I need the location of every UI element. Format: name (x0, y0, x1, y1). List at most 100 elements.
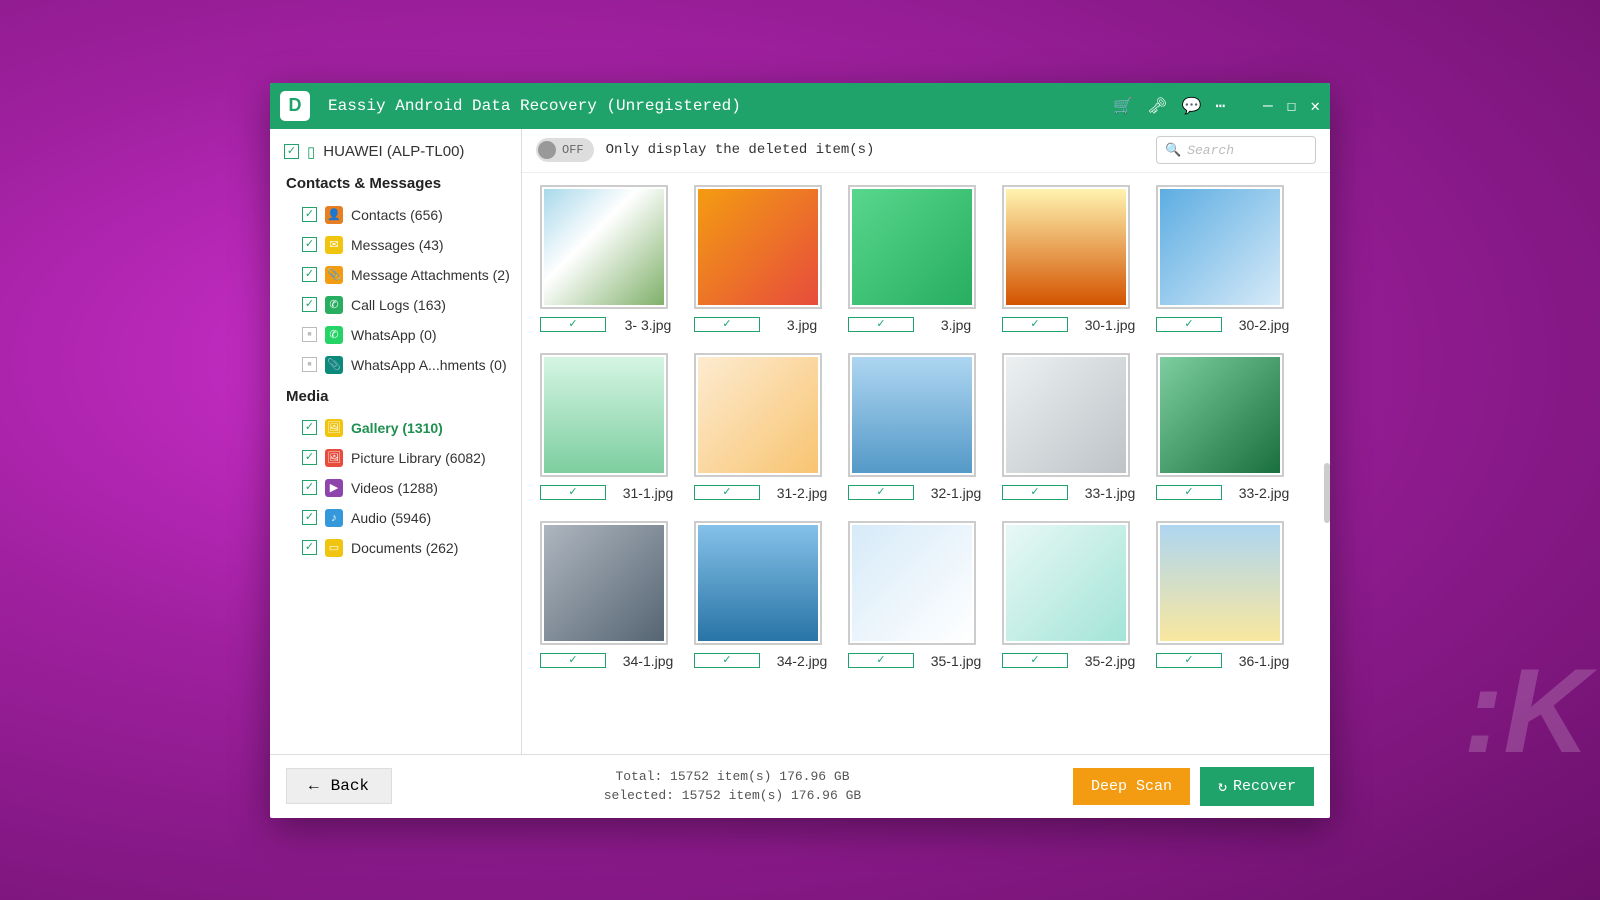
maximize-icon[interactable]: ☐ (1287, 96, 1297, 116)
deep-scan-button[interactable]: Deep Scan (1073, 768, 1190, 805)
sidebar-item-checkbox[interactable] (302, 420, 317, 435)
thumbnail-image[interactable] (540, 185, 668, 309)
thumbnail-card[interactable]: 31-2.jpg (694, 353, 834, 501)
thumbnail-card[interactable]: 33-2.jpg (1156, 353, 1296, 501)
sidebar-item[interactable]: 📎WhatsApp A...hments (0) (284, 350, 511, 380)
sidebar-item-checkbox[interactable] (302, 480, 317, 495)
thumbnail-checkbox[interactable] (848, 317, 914, 332)
thumbnail-image[interactable] (1156, 353, 1284, 477)
thumbnail-checkbox[interactable] (1156, 317, 1222, 332)
back-button[interactable]: ← Back (286, 768, 392, 804)
sidebar: ▯ HUAWEI (ALP-TL00) Contacts & Messages … (270, 129, 522, 754)
deleted-only-toggle[interactable]: OFF (536, 138, 594, 162)
sidebar-item[interactable]: ✆Call Logs (163) (284, 290, 511, 320)
recover-icon: ↻ (1218, 777, 1227, 796)
cart-icon[interactable]: 🛒 (1113, 96, 1133, 116)
thumbnail-checkbox[interactable] (540, 485, 606, 500)
thumbnail-card[interactable]: 32-1.jpg (848, 353, 988, 501)
sidebar-item-checkbox[interactable] (302, 267, 317, 282)
thumbnail-image[interactable] (848, 185, 976, 309)
sidebar-item[interactable]: 📎Message Attachments (2) (284, 260, 511, 290)
menu-icon[interactable]: ⋯ (1215, 96, 1225, 116)
sidebar-item-checkbox[interactable] (302, 450, 317, 465)
thumbnail-checkbox[interactable] (694, 317, 760, 332)
thumbnail-checkbox[interactable] (848, 485, 914, 500)
sidebar-item-label: Messages (43) (351, 237, 444, 253)
thumbnail-checkbox[interactable] (1156, 485, 1222, 500)
minimize-icon[interactable]: — (1263, 97, 1273, 115)
thumbnail-card[interactable]: 30-2.jpg (1156, 185, 1296, 333)
thumbnail-image[interactable] (1002, 353, 1130, 477)
thumbnail-checkbox[interactable] (540, 653, 606, 668)
thumbnail-image[interactable] (694, 521, 822, 645)
group-contacts-title: Contacts & Messages (286, 175, 511, 192)
close-icon[interactable]: ✕ (1310, 96, 1320, 116)
sidebar-item-icon: ✉ (325, 236, 343, 254)
sidebar-item-checkbox[interactable] (302, 510, 317, 525)
thumbnail-checkbox[interactable] (694, 653, 760, 668)
thumbnail-card[interactable]: 34-1.jpg (540, 521, 680, 669)
sidebar-item[interactable]: ▭Documents (262) (284, 533, 511, 563)
sidebar-item[interactable]: ▶Videos (1288) (284, 473, 511, 503)
recover-button[interactable]: ↻ Recover (1200, 767, 1314, 806)
thumbnail-checkbox[interactable] (694, 485, 760, 500)
selected-line: selected: 15752 item(s) 176.96 GB (392, 786, 1073, 806)
thumbnail-image[interactable] (1156, 521, 1284, 645)
thumbnail-grid: 3- 3.jpg3.jpg3.jpg30-1.jpg30-2.jpg31-1.j… (522, 173, 1330, 754)
thumbnail-card[interactable]: 31-1.jpg (540, 353, 680, 501)
scrollbar-thumb[interactable] (1324, 463, 1330, 523)
thumbnail-card[interactable]: 33-1.jpg (1002, 353, 1142, 501)
thumbnail-image[interactable] (694, 185, 822, 309)
sidebar-item-checkbox[interactable] (302, 207, 317, 222)
thumbnail-image[interactable] (1002, 521, 1130, 645)
thumbnail-checkbox[interactable] (1002, 317, 1068, 332)
sidebar-item[interactable]: ✉ Messages (43) (284, 230, 511, 260)
thumbnail-card[interactable]: 3.jpg (694, 185, 834, 333)
thumbnail-filename: 3.jpg (924, 317, 988, 333)
thumbnail-card[interactable]: 30-1.jpg (1002, 185, 1142, 333)
sidebar-item[interactable]: ✆WhatsApp (0) (284, 320, 511, 350)
thumbnail-image[interactable] (848, 353, 976, 477)
thumbnail-filename: 34-1.jpg (616, 653, 680, 669)
sidebar-item-label: Audio (5946) (351, 510, 431, 526)
sidebar-item-icon: ♪ (325, 509, 343, 527)
sidebar-item-icon: ▶ (325, 479, 343, 497)
sidebar-item[interactable]: ♪ Audio (5946) (284, 503, 511, 533)
main-area: ▯ HUAWEI (ALP-TL00) Contacts & Messages … (270, 129, 1330, 754)
sidebar-item-label: Contacts (656) (351, 207, 443, 223)
search-input[interactable] (1187, 143, 1307, 158)
thumbnail-image[interactable] (540, 521, 668, 645)
thumbnail-checkbox[interactable] (1156, 653, 1222, 668)
sidebar-item[interactable]: 🖼Gallery (1310) (284, 413, 511, 443)
sidebar-item-checkbox[interactable] (302, 327, 317, 342)
feedback-icon[interactable]: 💬 (1182, 96, 1202, 116)
sidebar-item[interactable]: 🖼Picture Library (6082) (284, 443, 511, 473)
thumbnail-card[interactable]: 35-2.jpg (1002, 521, 1142, 669)
sidebar-item-checkbox[interactable] (302, 357, 317, 372)
titlebar-icons: 🛒 🗝 💬 ⋯ — ☐ ✕ (1113, 96, 1320, 116)
thumbnail-image[interactable] (1156, 185, 1284, 309)
thumbnail-image[interactable] (694, 353, 822, 477)
thumbnail-checkbox[interactable] (540, 317, 606, 332)
thumbnail-card[interactable]: 35-1.jpg (848, 521, 988, 669)
sidebar-item-checkbox[interactable] (302, 540, 317, 555)
thumbnail-image[interactable] (848, 521, 976, 645)
thumbnail-checkbox[interactable] (1002, 485, 1068, 500)
sidebar-item-label: Documents (262) (351, 540, 458, 556)
device-row[interactable]: ▯ HUAWEI (ALP-TL00) (284, 143, 511, 161)
key-icon[interactable]: 🗝 (1147, 96, 1167, 116)
thumbnail-card[interactable]: 3- 3.jpg (540, 185, 680, 333)
thumbnail-checkbox[interactable] (1002, 653, 1068, 668)
device-checkbox[interactable] (284, 144, 299, 159)
thumbnail-image[interactable] (1002, 185, 1130, 309)
thumbnail-card[interactable]: 34-2.jpg (694, 521, 834, 669)
thumbnail-image[interactable] (540, 353, 668, 477)
sidebar-item-checkbox[interactable] (302, 297, 317, 312)
thumbnail-card[interactable]: 36-1.jpg (1156, 521, 1296, 669)
thumbnail-filename: 32-1.jpg (924, 485, 988, 501)
search-box[interactable]: 🔍 (1156, 136, 1316, 164)
sidebar-item[interactable]: 👤Contacts (656) (284, 200, 511, 230)
thumbnail-checkbox[interactable] (848, 653, 914, 668)
thumbnail-card[interactable]: 3.jpg (848, 185, 988, 333)
sidebar-item-checkbox[interactable] (302, 237, 317, 252)
